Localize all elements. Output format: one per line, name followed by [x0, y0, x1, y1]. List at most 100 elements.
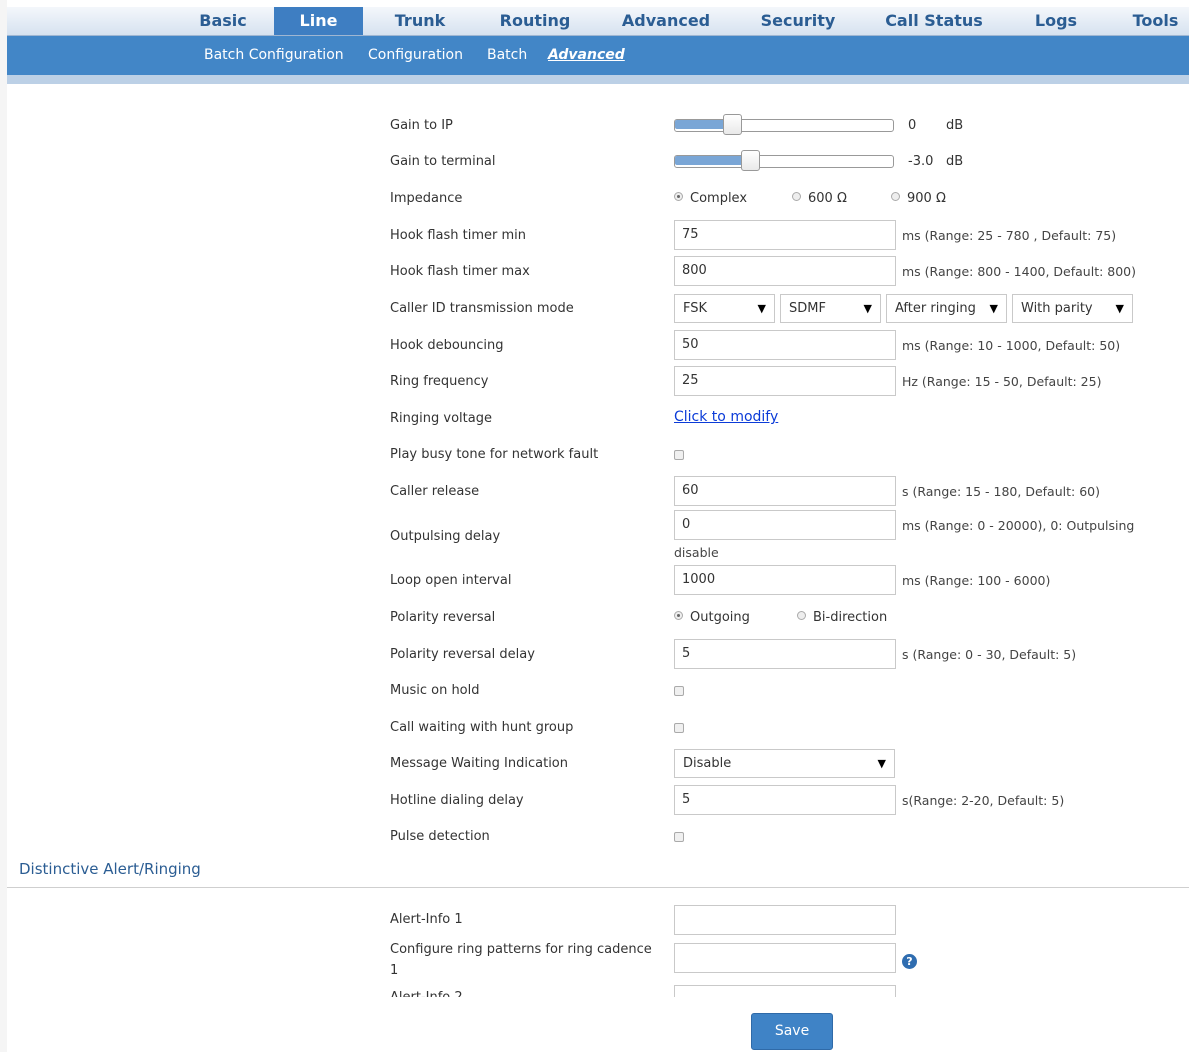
hook-flash-max-input[interactable]: 800	[674, 256, 896, 286]
select-value: SDMF	[789, 301, 826, 316]
hook-flash-min-hint: ms (Range: 25 - 780 , Default: 75)	[902, 228, 1117, 243]
pulse-detection-label: Pulse detection	[390, 829, 490, 844]
alert-info-1-label: Alert-Info 1	[390, 912, 463, 927]
select-value: After ringing	[895, 301, 976, 316]
tab-routing[interactable]: Routing	[485, 7, 585, 35]
caller-id-type-select[interactable]: FSK ▼	[674, 294, 775, 323]
ringing-voltage-modify-link[interactable]: Click to modify	[674, 409, 778, 425]
tab-trunk[interactable]: Trunk	[377, 7, 463, 35]
subtab-advanced[interactable]: Advanced	[548, 36, 625, 75]
subnav-stripe	[7, 75, 1189, 84]
subtab-batch[interactable]: Batch	[487, 36, 527, 75]
hotline-delay-hint: s(Range: 2-20, Default: 5)	[902, 793, 1065, 808]
call-waiting-checkbox[interactable]	[674, 723, 684, 733]
tab-tools[interactable]: Tools	[1122, 7, 1189, 35]
caller-id-parity-select[interactable]: With parity ▼	[1012, 294, 1133, 323]
save-button[interactable]: Save	[751, 1013, 833, 1050]
outpulsing-delay-input[interactable]: 0	[674, 510, 896, 540]
outpulsing-delay-label: Outpulsing delay	[390, 529, 501, 544]
tab-call-status[interactable]: Call Status	[877, 7, 991, 35]
ring-frequency-label: Ring frequency	[390, 374, 489, 389]
polarity-delay-input[interactable]: 5	[674, 639, 896, 669]
tab-logs[interactable]: Logs	[1021, 7, 1091, 35]
page-frame: Basic Line Trunk Routing Advanced Securi…	[7, 0, 1189, 1052]
caller-release-input[interactable]: 60	[674, 476, 896, 506]
tab-line[interactable]: Line	[274, 7, 363, 35]
dropdown-arrow-icon: ▼	[1115, 302, 1124, 315]
gain-ip-unit: dB	[946, 118, 964, 133]
gain-ip-slider[interactable]	[674, 114, 894, 135]
impedance-label: Impedance	[390, 191, 463, 206]
polarity-delay-label: Polarity reversal delay	[390, 647, 535, 662]
slider-handle[interactable]	[723, 114, 742, 135]
subtab-batch-configuration[interactable]: Batch Configuration	[204, 36, 344, 75]
gain-terminal-value: -3.0	[908, 154, 934, 169]
loop-open-input[interactable]: 1000	[674, 565, 896, 595]
radio-label: 600 Ω	[808, 191, 847, 206]
impedance-900-radio[interactable]: 900 Ω	[891, 191, 946, 206]
music-on-hold-checkbox[interactable]	[674, 686, 684, 696]
polarity-delay-hint: s (Range: 0 - 30, Default: 5)	[902, 647, 1077, 662]
caller-id-format-select[interactable]: SDMF ▼	[780, 294, 881, 323]
polarity-outgoing-radio[interactable]: Outgoing	[674, 610, 750, 625]
hook-debounce-label: Hook debouncing	[390, 338, 504, 353]
caller-id-label: Caller ID transmission mode	[390, 301, 574, 316]
radio-label: Bi-direction	[813, 610, 888, 625]
caller-release-hint: s (Range: 15 - 180, Default: 60)	[902, 484, 1100, 499]
select-value: Disable	[683, 756, 732, 771]
caller-release-label: Caller release	[390, 484, 480, 499]
outpulsing-delay-hint: ms (Range: 0 - 20000), 0: Outpulsing	[902, 518, 1135, 533]
select-value: With parity	[1021, 301, 1093, 316]
help-icon[interactable]: ?	[902, 954, 917, 969]
footer-bar	[7, 997, 1189, 1052]
ring-pattern-1-input[interactable]	[674, 943, 896, 973]
impedance-600-radio[interactable]: 600 Ω	[792, 191, 847, 206]
pulse-detection-checkbox[interactable]	[674, 832, 684, 842]
loop-open-hint: ms (Range: 100 - 6000)	[902, 573, 1051, 588]
polarity-reversal-label: Polarity reversal	[390, 610, 496, 625]
hook-flash-max-label: Hook flash timer max	[390, 264, 530, 279]
section-divider	[7, 887, 1189, 888]
gain-terminal-label: Gain to terminal	[390, 154, 496, 169]
hook-flash-max-hint: ms (Range: 800 - 1400, Default: 800)	[902, 264, 1137, 279]
radio-label: Outgoing	[690, 610, 750, 625]
ring-frequency-input[interactable]: 25	[674, 366, 896, 396]
music-on-hold-label: Music on hold	[390, 683, 480, 698]
mwi-select[interactable]: Disable ▼	[674, 749, 895, 778]
impedance-complex-radio[interactable]: Complex	[674, 191, 747, 206]
dropdown-arrow-icon: ▼	[989, 302, 998, 315]
hook-flash-min-input[interactable]: 75	[674, 220, 896, 250]
polarity-bidirection-radio[interactable]: Bi-direction	[797, 610, 887, 625]
loop-open-label: Loop open interval	[390, 573, 512, 588]
tab-basic[interactable]: Basic	[177, 7, 269, 35]
busy-tone-label: Play busy tone for network fault	[390, 447, 599, 462]
top-nav: Basic Line Trunk Routing Advanced Securi…	[7, 7, 1189, 36]
busy-tone-checkbox[interactable]	[674, 450, 684, 460]
subtab-configuration[interactable]: Configuration	[368, 36, 463, 75]
hotline-delay-label: Hotline dialing delay	[390, 793, 524, 808]
hook-debounce-input[interactable]: 50	[674, 330, 896, 360]
hotline-delay-input[interactable]: 5	[674, 785, 896, 815]
gain-terminal-unit: dB	[946, 154, 964, 169]
hook-debounce-hint: ms (Range: 10 - 1000, Default: 50)	[902, 338, 1121, 353]
dropdown-arrow-icon: ▼	[863, 302, 872, 315]
section-title: Distinctive Alert/Ringing	[19, 860, 201, 878]
gain-ip-label: Gain to IP	[390, 118, 453, 133]
radio-label: Complex	[690, 191, 748, 206]
radio-dot	[792, 192, 801, 201]
caller-id-timing-select[interactable]: After ringing ▼	[886, 294, 1007, 323]
tab-advanced[interactable]: Advanced	[612, 7, 720, 35]
radio-dot	[797, 611, 806, 620]
slider-handle[interactable]	[741, 150, 760, 171]
radio-dot	[891, 192, 900, 201]
call-waiting-label: Call waiting with hunt group	[390, 720, 574, 735]
hook-flash-min-label: Hook flash timer min	[390, 228, 527, 243]
gain-ip-value: 0	[908, 118, 917, 133]
outpulsing-delay-hint-wrap: disable	[674, 545, 719, 560]
radio-dot-selected	[674, 192, 683, 201]
sub-nav: Batch Configuration Configuration Batch …	[7, 36, 1189, 75]
gain-terminal-slider[interactable]	[674, 150, 894, 171]
tab-security[interactable]: Security	[748, 7, 848, 35]
alert-info-1-input[interactable]	[674, 905, 896, 935]
dropdown-arrow-icon: ▼	[877, 757, 886, 770]
